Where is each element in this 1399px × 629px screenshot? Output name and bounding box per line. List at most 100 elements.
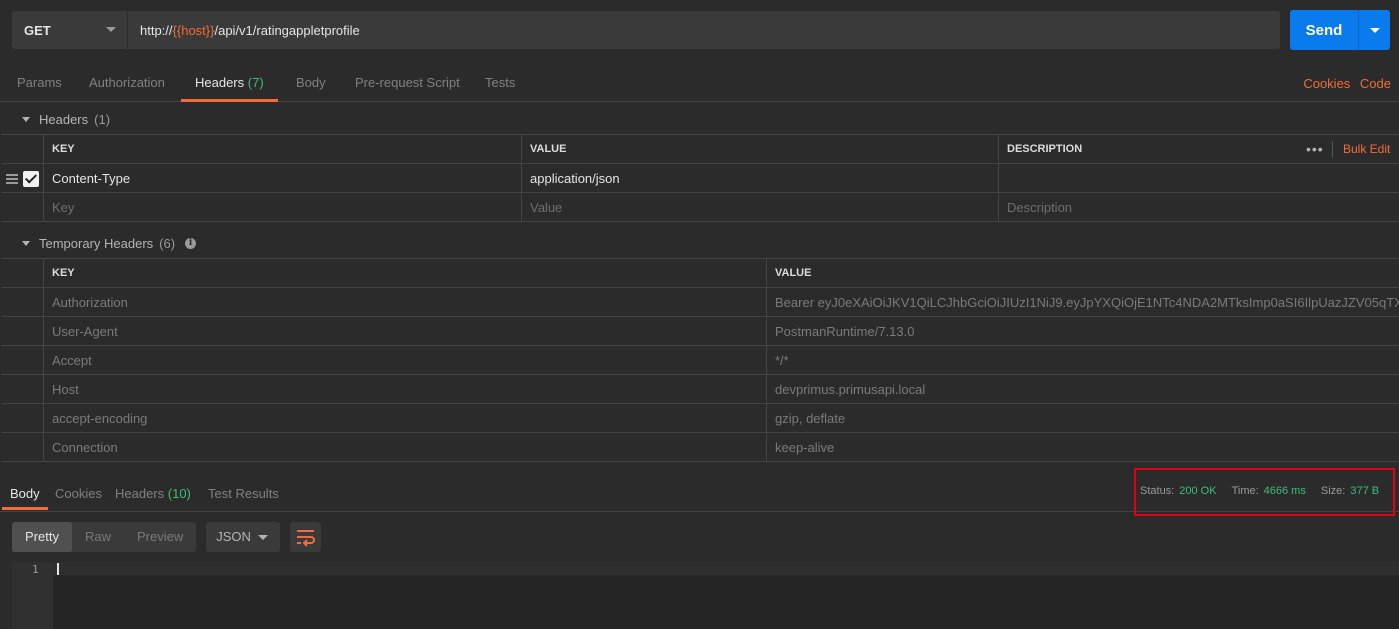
new-key-field[interactable]: Key — [43, 193, 521, 222]
temporary-headers-title: Temporary Headers — [39, 235, 154, 251]
line-number: 1 — [32, 563, 39, 576]
tab-response-headers[interactable]: Headers (10) — [115, 470, 191, 510]
request-tabs: Params Authorization Headers (7) Body Pr… — [0, 62, 1399, 102]
chevron-down-icon — [258, 535, 269, 540]
view-mode-segment: Pretty Raw Preview — [12, 522, 197, 552]
temporary-headers-count: (6) — [159, 235, 176, 251]
response-status-meta: Status: 200 OK Time: 4666 ms Size: 377 B — [1140, 472, 1379, 510]
temp-key: User-Agent — [43, 317, 766, 346]
view-raw-button[interactable]: Raw — [72, 522, 124, 552]
tab-response-headers-label: Headers — [115, 486, 165, 501]
tab-headers-count: (7) — [247, 75, 264, 90]
table-row: Connection keep-alive — [2, 432, 1399, 462]
temporary-headers-table: KEY VALUE Authorization Bearer eyJ0eXAiO… — [2, 258, 1399, 462]
more-options-icon[interactable]: ••• — [1306, 135, 1324, 164]
cookies-link[interactable]: Cookies — [1303, 76, 1350, 91]
bulk-edit-button[interactable]: Bulk Edit — [1332, 141, 1390, 158]
method-select[interactable]: GET — [12, 11, 127, 49]
time-label: Time: — [1231, 485, 1259, 497]
current-line-highlight — [53, 562, 1399, 575]
temp-value: gzip, deflate — [766, 404, 1399, 433]
size-value: 377 B — [1350, 485, 1380, 497]
request-bar: GET http://{{host}}/api/v1/ratingappletp… — [0, 0, 1399, 62]
new-value-field[interactable]: Value — [521, 193, 998, 222]
method-label: GET — [24, 22, 51, 38]
temp-value: */* — [766, 346, 1399, 375]
view-pretty-button[interactable]: Pretty — [12, 522, 72, 552]
caret-down-icon — [22, 240, 30, 246]
temp-key: Accept — [43, 346, 766, 375]
tab-response-headers-count: (10) — [167, 486, 191, 501]
view-preview-button[interactable]: Preview — [124, 522, 196, 552]
temp-key: accept-encoding — [43, 404, 766, 433]
temp-value: PostmanRuntime/7.13.0 — [766, 317, 1399, 346]
response-view-bar: Pretty Raw Preview JSON — [12, 522, 322, 552]
size-label: Size: — [1320, 485, 1346, 497]
code-link[interactable]: Code — [1360, 76, 1391, 91]
tab-headers-label: Headers — [195, 75, 245, 90]
headers-table: KEY VALUE DESCRIPTION ••• Bulk Edit Cont… — [2, 134, 1399, 222]
url-variable: {{host}} — [172, 22, 215, 38]
column-value: VALUE — [766, 259, 1399, 288]
drag-handle-icon[interactable] — [6, 174, 18, 184]
tab-params[interactable]: Params — [17, 62, 62, 102]
chevron-down-icon — [1369, 27, 1380, 33]
tab-authorization[interactable]: Authorization — [89, 62, 165, 102]
column-description-label: DESCRIPTION — [1007, 143, 1083, 155]
enabled-checkbox[interactable] — [23, 171, 39, 187]
column-key: KEY — [43, 259, 766, 288]
caret-down-icon — [22, 116, 30, 122]
temp-key: Host — [43, 375, 766, 404]
send-button[interactable]: Send — [1290, 10, 1390, 50]
url-prefix: http:// — [140, 22, 173, 38]
tab-tests[interactable]: Tests — [485, 62, 515, 102]
headers-section-title: Headers — [39, 111, 89, 127]
text-cursor — [57, 563, 59, 575]
header-value-field[interactable]: application/json — [521, 164, 998, 193]
table-header-row: KEY VALUE DESCRIPTION ••• Bulk Edit — [2, 134, 1399, 164]
wrap-lines-button[interactable] — [290, 522, 322, 552]
status-value: 200 OK — [1179, 485, 1217, 497]
table-row-new: Key Value Description — [2, 192, 1399, 222]
table-row: Authorization Bearer eyJ0eXAiOiJKV1QiLCJ… — [2, 287, 1399, 317]
send-options-button[interactable] — [1359, 27, 1390, 33]
table-row: User-Agent PostmanRuntime/7.13.0 — [2, 316, 1399, 346]
tab-prerequest-script[interactable]: Pre-request Script — [355, 62, 460, 102]
status-label: Status: — [1140, 485, 1175, 497]
table-row: Host devprimus.primusapi.local — [2, 374, 1399, 404]
temp-key: Authorization — [43, 288, 766, 317]
column-key: KEY — [43, 135, 521, 164]
table-row: accept-encoding gzip, deflate — [2, 403, 1399, 433]
send-label: Send — [1305, 21, 1343, 39]
chevron-down-icon — [106, 27, 116, 32]
table-row: Content-Type application/json — [2, 163, 1399, 193]
row-gutter — [2, 164, 43, 193]
format-select[interactable]: JSON — [206, 522, 281, 552]
tab-headers[interactable]: Headers (7) — [181, 62, 278, 102]
headers-section-toggle[interactable]: Headers (1) — [0, 103, 1399, 135]
format-label: JSON — [216, 529, 251, 544]
url-input[interactable]: http://{{host}}/api/v1/ratingappletprofi… — [128, 11, 1280, 49]
temp-value: keep-alive — [766, 433, 1399, 462]
right-links: Cookies Code — [1303, 62, 1391, 106]
tab-response-cookies[interactable]: Cookies — [55, 470, 102, 510]
url-path: /api/v1/ratingappletprofile — [214, 22, 360, 38]
temporary-headers-toggle[interactable]: Temporary Headers (6) i — [0, 227, 1399, 259]
tab-body[interactable]: Body — [296, 62, 326, 102]
header-key-field[interactable]: Content-Type — [43, 164, 521, 193]
time-value: 4666 ms — [1263, 485, 1306, 497]
info-icon[interactable]: i — [185, 237, 197, 249]
new-description-field[interactable]: Description — [998, 193, 1399, 222]
tab-test-results[interactable]: Test Results — [208, 470, 279, 510]
response-editor[interactable]: 1 — [12, 562, 1399, 629]
tab-response-body[interactable]: Body — [2, 470, 48, 510]
header-description-field[interactable] — [998, 164, 1399, 193]
wrap-lines-icon — [297, 530, 316, 547]
temp-value: devprimus.primusapi.local — [766, 375, 1399, 404]
table-header-row: KEY VALUE — [2, 258, 1399, 288]
temp-key: Connection — [43, 433, 766, 462]
column-value: VALUE — [521, 135, 998, 164]
temp-value: Bearer eyJ0eXAiOiJKV1QiLCJhbGciOiJIUzI1N… — [766, 288, 1399, 317]
headers-section-count: (1) — [94, 111, 111, 127]
line-gutter: 1 — [12, 562, 53, 629]
